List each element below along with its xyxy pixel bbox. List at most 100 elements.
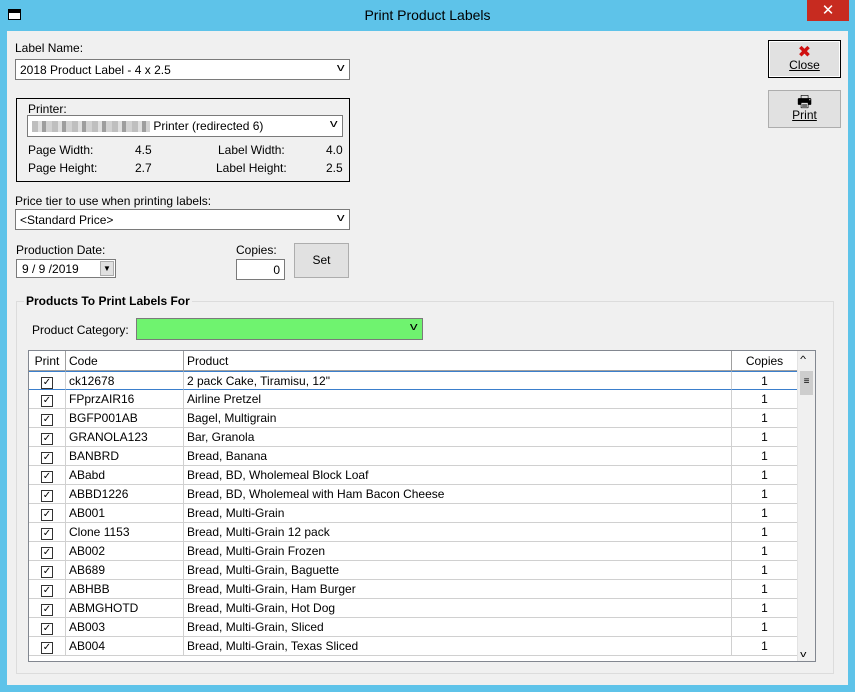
scrollbar-thumb[interactable]: ≡ bbox=[800, 371, 813, 395]
check-icon[interactable]: ✓ bbox=[41, 395, 53, 407]
copies-cell[interactable]: 1 bbox=[732, 542, 798, 561]
check-icon[interactable]: ✓ bbox=[41, 414, 53, 426]
code-cell: ABabd bbox=[66, 466, 184, 485]
price-tier-dropdown[interactable]: <Standard Price> v bbox=[15, 209, 350, 230]
production-date-picker[interactable]: 9 / 9 /2019 ▼ bbox=[16, 259, 116, 278]
code-cell: BANBRD bbox=[66, 447, 184, 466]
copies-cell[interactable]: 1 bbox=[732, 428, 798, 447]
product-cell: Bread, Multi-Grain, Texas Sliced bbox=[184, 637, 732, 656]
product-category-label: Product Category: bbox=[32, 323, 129, 337]
chevron-down-icon: v bbox=[336, 62, 345, 74]
check-icon[interactable]: ✓ bbox=[41, 623, 53, 635]
copies-input[interactable]: 0 bbox=[236, 259, 285, 280]
products-grid: Print Code Product Copies ✓ ck12678 2 pack… bbox=[28, 350, 816, 662]
print-cell: ✓ bbox=[29, 447, 66, 466]
table-row[interactable]: ✓ ABBD1226 Bread, BD, Wholemeal with Ham B… bbox=[29, 485, 798, 504]
copies-cell[interactable]: 1 bbox=[732, 637, 798, 656]
check-icon[interactable]: ✓ bbox=[41, 585, 53, 597]
print-cell: ✓ bbox=[29, 580, 66, 599]
table-row[interactable]: ✓ AB001 Bread, Multi-Grain 1 bbox=[29, 504, 798, 523]
check-icon[interactable]: ✓ bbox=[41, 566, 53, 578]
table-row[interactable]: ✓ AB689 Bread, Multi-Grain, Baguette 1 bbox=[29, 561, 798, 580]
copies-cell[interactable]: 1 bbox=[732, 599, 798, 618]
label-name-label: Label Name: bbox=[15, 41, 84, 55]
window-close-button[interactable]: ✕ bbox=[807, 0, 849, 21]
table-row[interactable]: ✓ FPprzAIR16 Airline Pretzel 1 bbox=[29, 390, 798, 409]
table-row[interactable]: ✓ AB002 Bread, Multi-Grain Frozen 1 bbox=[29, 542, 798, 561]
printer-panel: Printer: Printer (redirected 6) v Page W… bbox=[16, 98, 350, 182]
production-date-label: Production Date: bbox=[16, 243, 106, 257]
code-cell: ABHBB bbox=[66, 580, 184, 599]
code-cell: FPprzAIR16 bbox=[66, 390, 184, 409]
copies-cell[interactable]: 1 bbox=[732, 618, 798, 637]
check-icon[interactable]: ✓ bbox=[41, 604, 53, 616]
table-row[interactable]: ✓ AB004 Bread, Multi-Grain, Texas Sliced 1 bbox=[29, 637, 798, 656]
copies-cell[interactable]: 1 bbox=[732, 390, 798, 409]
copies-cell[interactable]: 1 bbox=[732, 523, 798, 542]
grid-vertical-scrollbar[interactable]: ^ ≡ v bbox=[797, 351, 815, 661]
check-icon[interactable]: ✓ bbox=[41, 452, 53, 464]
product-category-dropdown[interactable]: v bbox=[136, 318, 423, 340]
copies-cell[interactable]: 1 bbox=[732, 466, 798, 485]
check-icon[interactable]: ✓ bbox=[41, 490, 53, 502]
print-cell: ✓ bbox=[29, 371, 66, 390]
table-row[interactable]: ✓ ck12678 2 pack Cake, Tiramisu, 12" 1 bbox=[29, 371, 798, 390]
title-bar: Print Product Labels ✕ bbox=[0, 0, 855, 31]
scroll-up-icon[interactable]: ^ bbox=[800, 354, 806, 364]
print-cell: ✓ bbox=[29, 409, 66, 428]
column-header-copies[interactable]: Copies bbox=[732, 351, 798, 371]
copies-cell[interactable]: 1 bbox=[732, 409, 798, 428]
page-width-value: 4.5 bbox=[135, 143, 152, 157]
check-icon[interactable]: ✓ bbox=[41, 509, 53, 521]
copies-label: Copies: bbox=[236, 243, 277, 257]
price-tier-value: <Standard Price> bbox=[20, 213, 114, 227]
copies-cell[interactable]: 1 bbox=[732, 561, 798, 580]
check-icon[interactable]: ✓ bbox=[41, 642, 53, 654]
print-cell: ✓ bbox=[29, 504, 66, 523]
column-header-code[interactable]: Code bbox=[66, 351, 184, 371]
table-row[interactable]: ✓ GRANOLA123 Bar, Granola 1 bbox=[29, 428, 798, 447]
grid-header: Print Code Product Copies bbox=[29, 351, 798, 371]
copies-cell[interactable]: 1 bbox=[732, 485, 798, 504]
print-button[interactable]: 🖶 Print bbox=[768, 90, 841, 128]
print-cell: ✓ bbox=[29, 390, 66, 409]
label-width-value: 4.0 bbox=[326, 143, 343, 157]
check-icon[interactable]: ✓ bbox=[41, 471, 53, 483]
redacted-printer-name bbox=[32, 121, 150, 133]
check-icon[interactable]: ✓ bbox=[41, 377, 53, 389]
printer-value: Printer (redirected 6) bbox=[153, 119, 264, 133]
label-name-value: 2018 Product Label - 4 x 2.5 bbox=[20, 63, 171, 77]
column-header-product[interactable]: Product bbox=[184, 351, 732, 371]
table-row[interactable]: ✓ BANBRD Bread, Banana 1 bbox=[29, 447, 798, 466]
printer-dropdown[interactable]: Printer (redirected 6) v bbox=[27, 115, 343, 137]
production-date-value: 9 / 9 /2019 bbox=[22, 262, 79, 276]
product-cell: Bread, Banana bbox=[184, 447, 732, 466]
table-row[interactable]: ✓ AB003 Bread, Multi-Grain, Sliced 1 bbox=[29, 618, 798, 637]
table-row[interactable]: ✓ BGFP001AB Bagel, Multigrain 1 bbox=[29, 409, 798, 428]
table-row[interactable]: ✓ ABMGHOTD Bread, Multi-Grain, Hot Dog 1 bbox=[29, 599, 798, 618]
code-cell: ABMGHOTD bbox=[66, 599, 184, 618]
table-row[interactable]: ✓ ABabd Bread, BD, Wholemeal Block Loaf 1 bbox=[29, 466, 798, 485]
check-icon[interactable]: ✓ bbox=[41, 528, 53, 540]
scroll-down-icon[interactable]: v bbox=[800, 649, 806, 659]
copies-cell[interactable]: 1 bbox=[732, 371, 798, 390]
chevron-down-icon[interactable]: ▼ bbox=[100, 261, 114, 276]
copies-cell[interactable]: 1 bbox=[732, 447, 798, 466]
table-row[interactable]: ✓ ABHBB Bread, Multi-Grain, Ham Burger 1 bbox=[29, 580, 798, 599]
check-icon[interactable]: ✓ bbox=[41, 547, 53, 559]
label-name-dropdown[interactable]: 2018 Product Label - 4 x 2.5 v bbox=[15, 59, 350, 80]
code-cell: AB004 bbox=[66, 637, 184, 656]
page-height-label: Page Height: bbox=[28, 161, 98, 175]
table-row[interactable]: ✓ Clone 1153 Bread, Multi-Grain 12 pack 1 bbox=[29, 523, 798, 542]
code-cell: AB003 bbox=[66, 618, 184, 637]
set-button[interactable]: Set bbox=[294, 243, 349, 278]
copies-cell[interactable]: 1 bbox=[732, 580, 798, 599]
print-cell: ✓ bbox=[29, 561, 66, 580]
product-cell: Bread, BD, Wholemeal with Ham Bacon Chee… bbox=[184, 485, 732, 504]
print-cell: ✓ bbox=[29, 618, 66, 637]
column-header-print[interactable]: Print bbox=[29, 351, 66, 371]
check-icon[interactable]: ✓ bbox=[41, 433, 53, 445]
product-cell: Airline Pretzel bbox=[184, 390, 732, 409]
close-button[interactable]: ✖ Close bbox=[768, 40, 841, 78]
copies-cell[interactable]: 1 bbox=[732, 504, 798, 523]
